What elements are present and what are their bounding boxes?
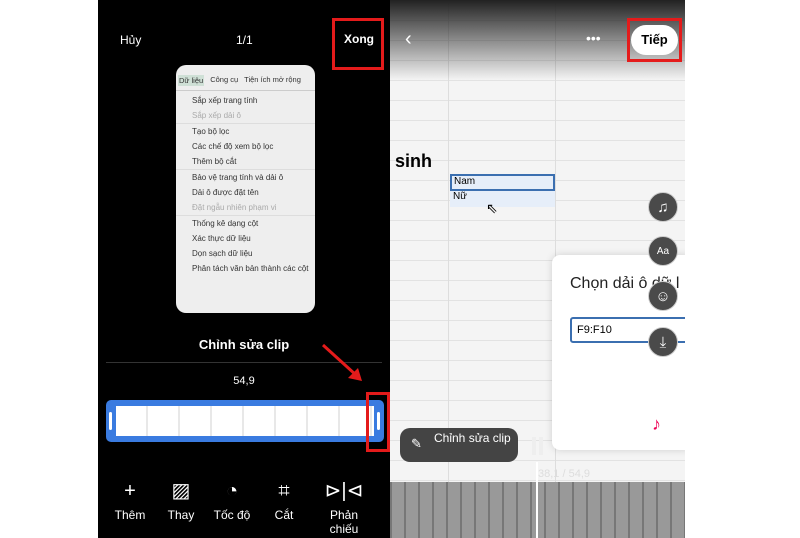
clip-timeline[interactable] (106, 400, 384, 442)
tool-speed[interactable]: ◔ Tốc độ (202, 478, 262, 522)
menu-item: Bảo vệ trang tính và dải ô (176, 169, 315, 185)
menu-item: Xác thực dữ liệu (192, 234, 251, 243)
tool-mirror[interactable]: ⊳|⊲ Phản chiếu (314, 478, 374, 536)
pencil-icon: ✎ (411, 436, 422, 451)
cancel-button[interactable]: Hủy (120, 33, 141, 47)
more-options-icon[interactable]: ••• (586, 30, 601, 46)
tiktok-logo-icon: ♪ (652, 414, 661, 434)
download-icon[interactable]: ⤓ (648, 327, 678, 357)
cell-value: Nam (450, 174, 555, 191)
clip-frames (116, 406, 374, 436)
tool-crop[interactable]: ⌗ Cắt (254, 478, 314, 522)
speed-icon: ◔ (225, 480, 239, 502)
menu-tab: Tiện ích mở rộng (244, 75, 301, 84)
mirror-icon: ⊳|⊲ (324, 480, 364, 502)
menu-item: Dải ô được đặt tên (192, 188, 259, 197)
video-preview: ‹ ••• Tiếp sinh Nam Nữ ⇖ Chọn dải ô dữ l… (390, 0, 685, 538)
tool-label: Tốc độ (213, 508, 251, 522)
clip-editor-panel: Hủy 1/1 Xong Dữ liệu Công cụ Tiện ích mở… (98, 0, 412, 538)
menu-item: Dọn sạch dữ liệu (192, 249, 253, 258)
menu-item: Tạo bộ lọc (176, 123, 315, 139)
menu-item: Các chế độ xem bộ lọc (192, 142, 274, 151)
page-indicator: 1/1 (236, 33, 253, 47)
playback-time: 38,1 / 54,9 (538, 468, 590, 480)
text-icon[interactable]: Aa (648, 236, 678, 266)
menu-tab: Dữ liệu (178, 75, 205, 86)
crop-icon: ⌗ (278, 480, 290, 502)
cursor-icon: ⇖ (486, 200, 498, 216)
menu-item: Đặt ngẫu nhiên phạm vi (192, 203, 277, 212)
menu-tabs: Dữ liệu Công cụ Tiện ích mở rộng (176, 65, 315, 91)
menu-item: Sắp xếp trang tính (192, 96, 258, 105)
menu-tab: Công cụ (210, 75, 239, 84)
sheet-heading: sinh (395, 151, 433, 171)
music-icon[interactable]: ♫ (648, 192, 678, 222)
highlight-box (332, 18, 384, 70)
menu-item: Phân tách văn bản thành các cột (192, 264, 309, 273)
cell-value: Nữ (450, 191, 555, 207)
highlight-box (366, 392, 390, 452)
playhead[interactable] (536, 462, 538, 538)
tool-label: Phản chiếu (329, 508, 359, 536)
menu-item: Thêm bộ cắt (192, 157, 237, 166)
pause-icon[interactable] (532, 437, 536, 455)
trim-handle-left[interactable] (109, 412, 112, 430)
tool-label: Cắt (274, 508, 294, 522)
menu-item: Thống kê dạng cột (176, 215, 315, 231)
edit-clip-button[interactable]: ✎ Chỉnh sửa clip (400, 428, 518, 462)
back-icon[interactable]: ‹ (405, 28, 412, 51)
highlight-box (627, 18, 682, 62)
sticker-icon[interactable]: ☺ (648, 281, 678, 311)
edit-clip-label: Chỉnh sửa clip (434, 431, 511, 445)
menu-item: Sắp xếp dải ô (192, 111, 241, 120)
clip-thumbnail[interactable]: Dữ liệu Công cụ Tiện ích mở rộng Sắp xếp… (176, 65, 315, 313)
red-arrow-icon (321, 343, 362, 381)
